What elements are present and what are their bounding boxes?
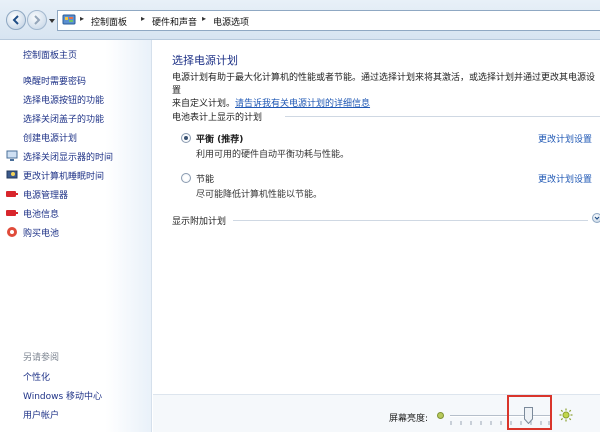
- chevron-right-icon[interactable]: ▸: [80, 14, 84, 23]
- see-also-mobility-center[interactable]: Windows 移动中心: [23, 389, 102, 402]
- group-divider: [285, 116, 600, 117]
- see-also-personalization[interactable]: 个性化: [23, 370, 50, 383]
- description-line: 电源计划有助于最大化计算机的性能或者节能。通过选择计划来将其激活，或选择计划并通…: [172, 73, 596, 96]
- arrow-left-icon: [12, 15, 19, 25]
- shop-icon: [7, 227, 17, 237]
- main-content: 选择电源计划 电源计划有助于最大化计算机的性能或者节能。通过选择计划来将其激活，…: [153, 40, 600, 432]
- plan-balanced-settings-link[interactable]: 更改计划设置: [538, 132, 592, 145]
- group-header-battery-meter: 电池表计上显示的计划: [172, 113, 263, 123]
- breadcrumb[interactable]: ▸ 控制面板 ▸ 硬件和声音 ▸ 电源选项: [57, 10, 600, 31]
- address-bar: ▸ 控制面板 ▸ 硬件和声音 ▸ 电源选项: [0, 0, 600, 40]
- moon-icon: [6, 170, 18, 179]
- recent-pages-dropdown[interactable]: [48, 17, 56, 25]
- forward-button[interactable]: [27, 10, 47, 30]
- page-description: 电源计划有助于最大化计算机的性能或者节能。通过选择计划来将其激活，或选择计划并通…: [172, 72, 600, 111]
- plan-power-saver-radio[interactable]: [181, 173, 191, 183]
- breadcrumb-item[interactable]: 控制面板: [91, 15, 127, 28]
- group-divider: [233, 220, 588, 221]
- brightness-bar: 屏幕亮度:: [153, 394, 600, 432]
- see-also-heading: 另请参阅: [23, 353, 60, 363]
- plan-power-saver-settings-link[interactable]: 更改计划设置: [538, 172, 592, 185]
- brightness-label: 屏幕亮度:: [389, 414, 429, 424]
- sidebar-item-display-off[interactable]: 选择关闭显示器的时间: [23, 150, 113, 163]
- highlight-box: [507, 395, 552, 430]
- chevron-right-icon[interactable]: ▸: [141, 14, 145, 23]
- battery-red-icon: [6, 191, 18, 197]
- battery-red-icon: [6, 210, 18, 216]
- chevron-right-icon[interactable]: ▸: [202, 14, 206, 23]
- sidebar-item-power-button[interactable]: 选择电源按钮的功能: [23, 93, 104, 106]
- brightness-low-icon: [437, 412, 444, 419]
- sidebar-item-power-manager[interactable]: 电源管理器: [23, 188, 68, 201]
- description-prefix: 来自定义计划。: [172, 99, 236, 109]
- control-panel-icon: [62, 14, 76, 25]
- sidebar-item-buy-battery[interactable]: 购买电池: [23, 226, 59, 239]
- chevron-down-icon: [594, 216, 600, 220]
- plan-power-saver-name[interactable]: 节能: [196, 172, 214, 185]
- sidebar-item-sleep-time[interactable]: 更改计算机睡眠时间: [23, 169, 104, 182]
- sidebar-item-wake-password[interactable]: 唤醒时需要密码: [23, 74, 86, 87]
- see-also-user-accounts[interactable]: 用户帐户: [23, 408, 59, 421]
- plan-balanced-radio[interactable]: [181, 133, 191, 143]
- sidebar-item-lid-close[interactable]: 选择关闭盖子的功能: [23, 112, 104, 125]
- breadcrumb-item[interactable]: 硬件和声音: [152, 15, 197, 28]
- sidebar-item-battery-info[interactable]: 电池信息: [23, 207, 59, 220]
- sidebar-home-link[interactable]: 控制面板主页: [23, 48, 77, 61]
- plan-power-saver-description: 尽可能降低计算机性能以节能。: [196, 190, 323, 200]
- brightness-high-icon: [559, 408, 573, 422]
- breadcrumb-item[interactable]: 电源选项: [213, 15, 249, 28]
- sidebar-item-create-plan[interactable]: 创建电源计划: [23, 131, 77, 144]
- page-title: 选择电源计划: [172, 54, 238, 67]
- sidebar: 控制面板主页 唤醒时需要密码 选择电源按钮的功能 选择关闭盖子的功能 创建电源计…: [0, 40, 152, 432]
- show-additional-plans[interactable]: 显示附加计划: [172, 214, 226, 227]
- back-button[interactable]: [6, 10, 26, 30]
- learn-more-link[interactable]: 请告诉我有关电源计划的详细信息: [235, 99, 370, 109]
- monitor-icon: [6, 150, 18, 161]
- expand-additional-plans-button[interactable]: [592, 213, 600, 223]
- plan-balanced-name[interactable]: 平衡 (推荐): [196, 132, 243, 145]
- plan-balanced-description: 利用可用的硬件自动平衡功耗与性能。: [196, 150, 350, 160]
- arrow-right-icon: [34, 15, 41, 25]
